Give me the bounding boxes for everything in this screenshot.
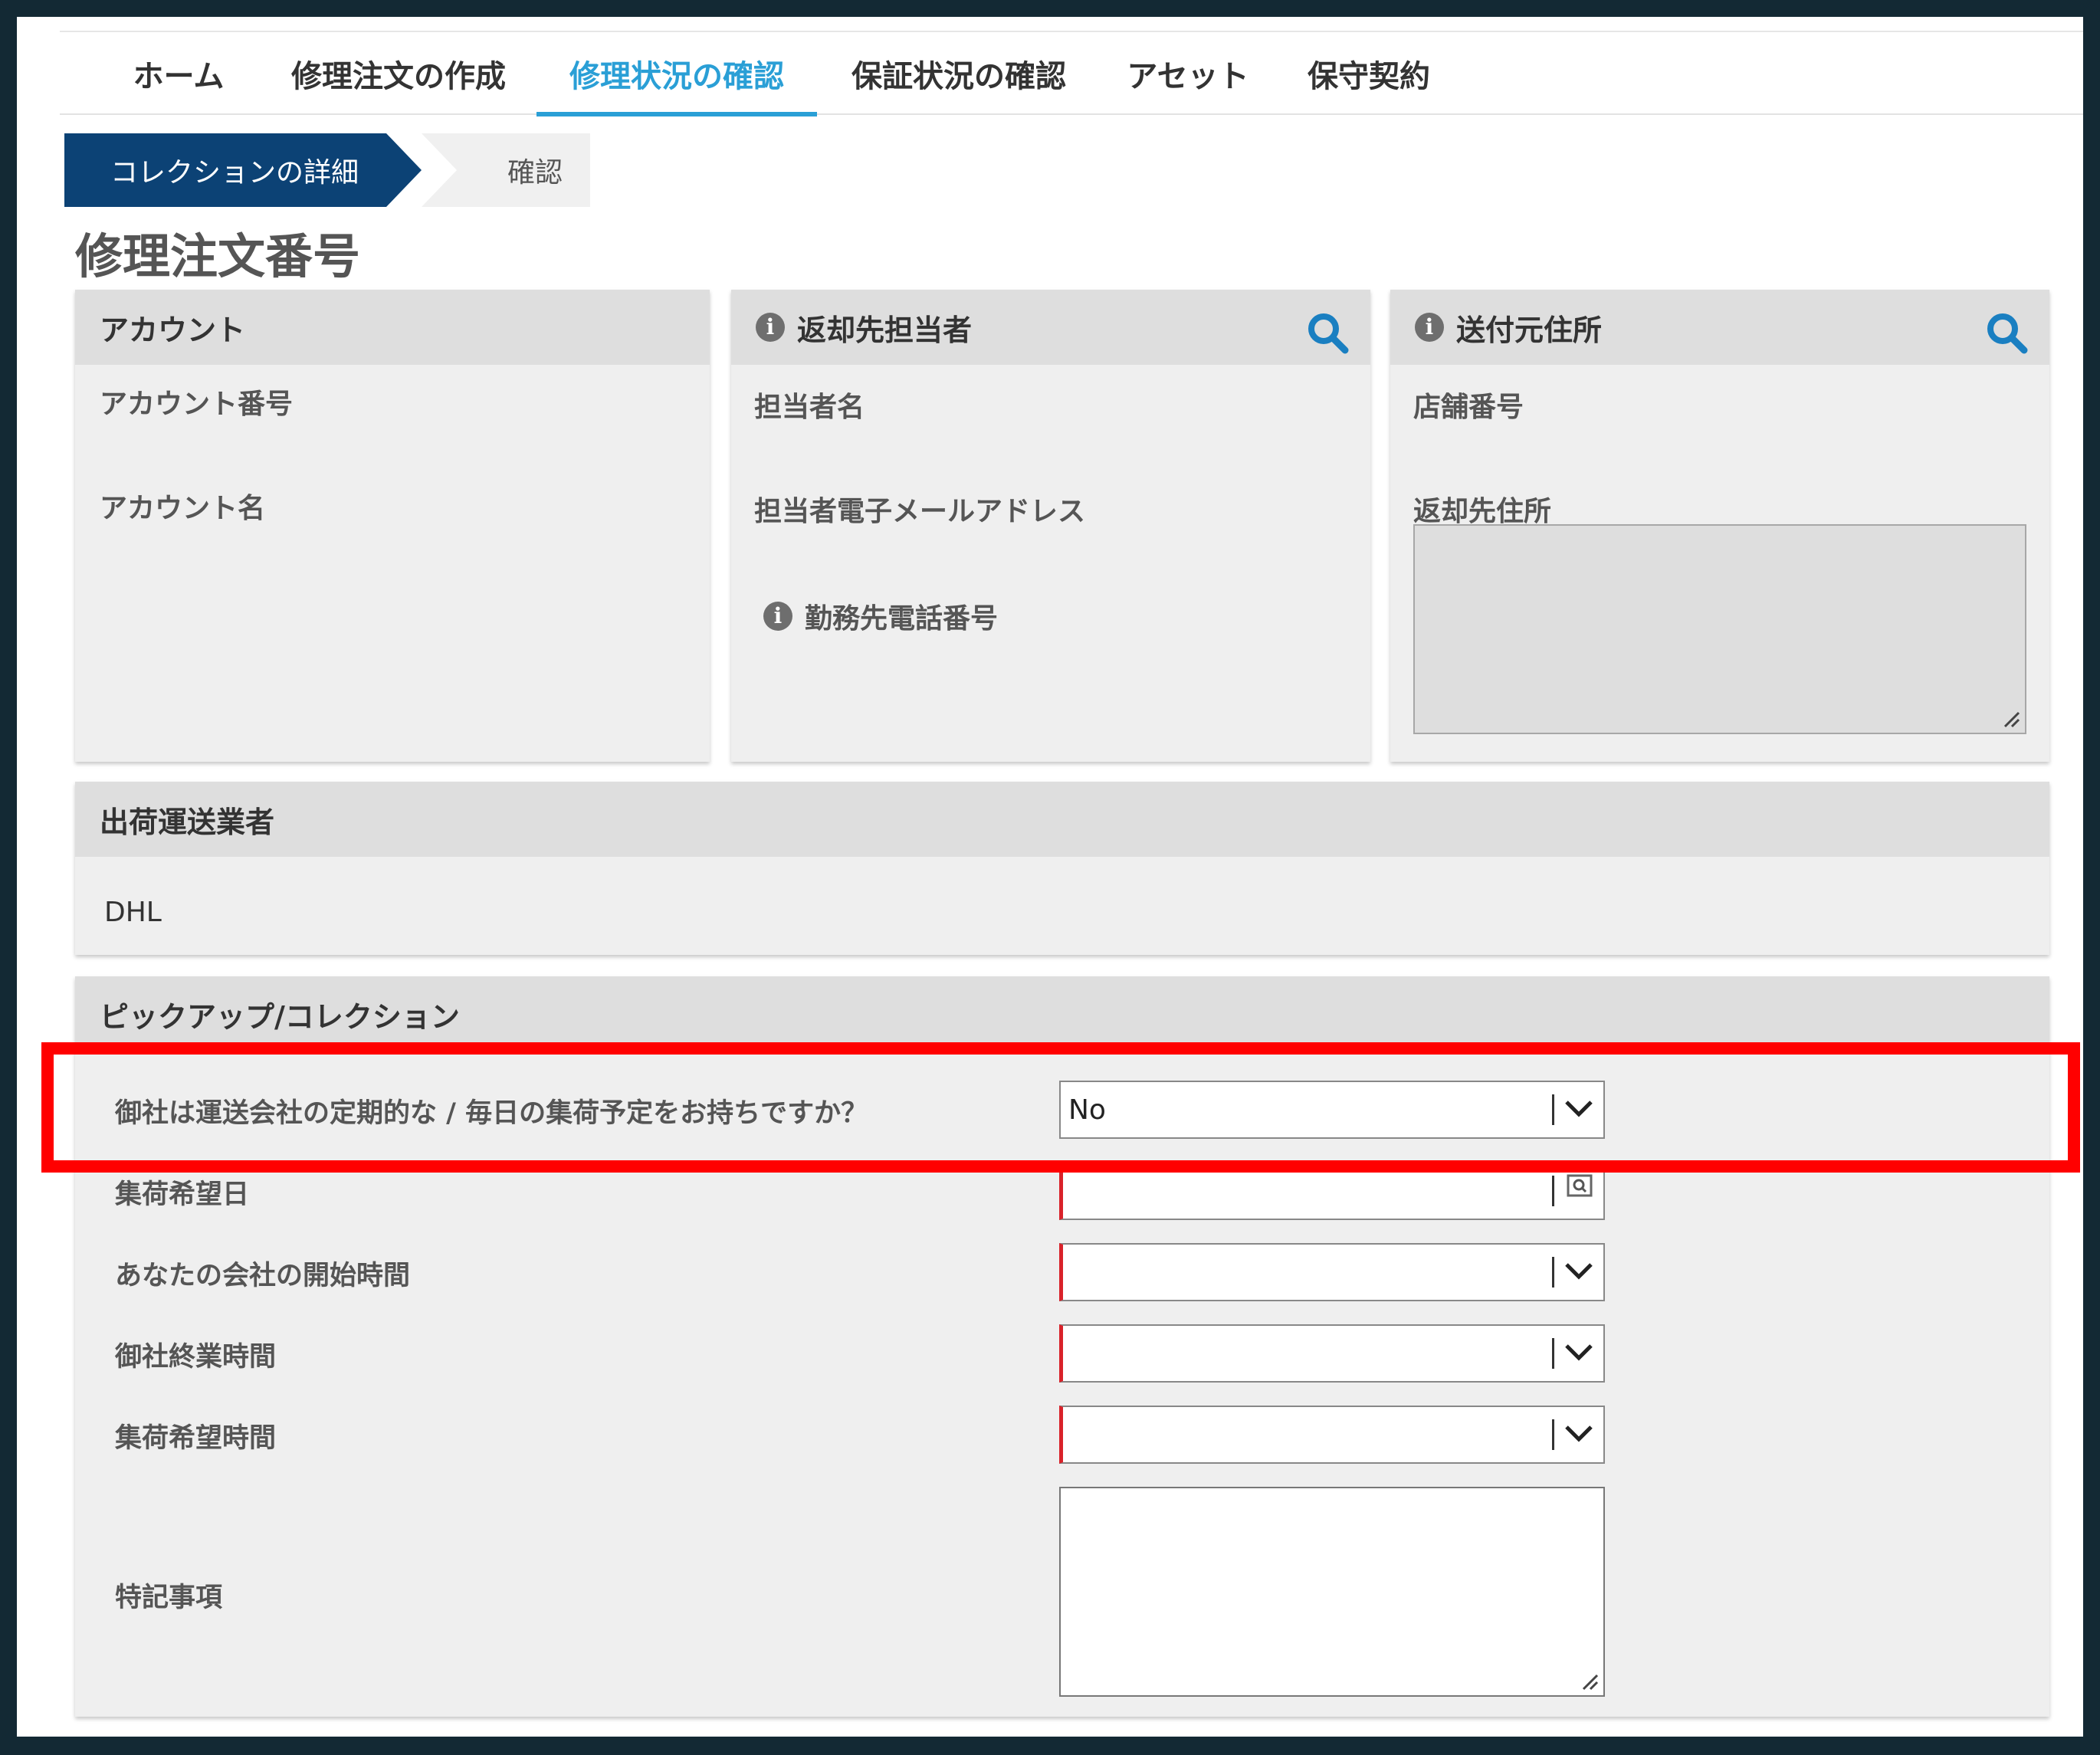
close-time-label: 御社終業時間 bbox=[115, 1342, 277, 1373]
select-separator bbox=[1552, 1338, 1554, 1369]
panel-header: 出荷運送業者 bbox=[75, 782, 2049, 857]
panel-header: i 送付元住所 bbox=[1390, 290, 2049, 365]
account-name-label: アカウント名 bbox=[100, 493, 266, 524]
step-confirm: 確認 bbox=[422, 133, 590, 207]
chevron-down-icon[interactable] bbox=[1562, 1335, 1596, 1370]
info-icon: i bbox=[1415, 313, 1444, 342]
app-frame: ホーム 修理注文の作成 修理状況の確認 保証状況の確認 アセット 保守契約 コレ… bbox=[17, 17, 2083, 1737]
return-address-textarea[interactable] bbox=[1413, 524, 2026, 734]
calendar-search-icon[interactable] bbox=[1567, 1174, 1593, 1197]
panel-title: 送付元住所 bbox=[1456, 313, 1603, 347]
contact-email-label: 担当者電子メールアドレス bbox=[754, 496, 1086, 527]
chevron-down-icon[interactable] bbox=[1562, 1416, 1596, 1452]
close-time-select[interactable] bbox=[1059, 1324, 1605, 1383]
select-separator bbox=[1552, 1419, 1554, 1450]
panel-title: 返却先担当者 bbox=[797, 313, 973, 347]
store-number-label: 店舗番号 bbox=[1413, 392, 1524, 423]
carrier-panel: 出荷運送業者 DHL bbox=[75, 782, 2049, 955]
select-separator bbox=[1552, 1094, 1554, 1125]
tab-maintenance-contract[interactable]: 保守契約 bbox=[1283, 32, 1455, 115]
select-value: No bbox=[1068, 1094, 1106, 1126]
step-collection-details: コレクションの詳細 bbox=[64, 133, 422, 207]
pickup-date-input[interactable] bbox=[1059, 1162, 1605, 1220]
work-phone-text: 勤務先電話番号 bbox=[805, 603, 999, 635]
work-phone-label: i 勤務先電話番号 bbox=[763, 596, 998, 636]
tab-home[interactable]: ホーム bbox=[106, 32, 251, 115]
info-icon: i bbox=[756, 313, 785, 342]
return-contact-panel: i 返却先担当者 担当者名 担当者電子メールアドレス i 勤務先電話番号 bbox=[731, 290, 1370, 762]
chevron-down-icon[interactable] bbox=[1562, 1091, 1596, 1127]
chevron-down-icon[interactable] bbox=[1562, 1254, 1596, 1289]
panel-header: アカウント bbox=[75, 290, 710, 365]
tab-warranty-status[interactable]: 保証状況の確認 bbox=[826, 32, 1091, 115]
contact-name-label: 担当者名 bbox=[754, 392, 865, 423]
scheduled-pickup-label: 御社は運送会社の定期的な / 毎日の集荷予定をお持ちですか？ bbox=[115, 1098, 868, 1129]
notes-label: 特記事項 bbox=[115, 1583, 223, 1613]
open-time-label: あなたの会社の開始時間 bbox=[115, 1261, 411, 1291]
step-label: 確認 bbox=[507, 157, 563, 189]
input-separator bbox=[1552, 1176, 1554, 1206]
tab-assets[interactable]: アセット bbox=[1102, 32, 1274, 115]
step-label: コレクションの詳細 bbox=[110, 157, 359, 189]
panel-title: アカウント bbox=[100, 313, 246, 347]
open-time-select[interactable] bbox=[1059, 1243, 1605, 1301]
panel-header: ピックアップ/コレクション bbox=[75, 976, 2049, 1051]
notes-textarea[interactable] bbox=[1059, 1487, 1605, 1697]
panel-title: ピックアップ/コレクション bbox=[100, 999, 460, 1034]
pickup-date-label: 集荷希望日 bbox=[115, 1179, 250, 1210]
search-icon[interactable] bbox=[1306, 311, 1349, 354]
account-number-label: アカウント番号 bbox=[100, 389, 294, 420]
resize-handle-icon[interactable] bbox=[2000, 708, 2020, 728]
scheduled-pickup-select[interactable]: No bbox=[1059, 1081, 1605, 1139]
carrier-value: DHL bbox=[104, 897, 162, 928]
return-address-label: 返却先住所 bbox=[1413, 496, 1552, 527]
page-title: 修理注文番号 bbox=[75, 228, 361, 284]
search-icon[interactable] bbox=[1985, 311, 2028, 354]
account-panel: アカウント アカウント番号 アカウント名 bbox=[75, 290, 710, 762]
pickup-panel: ピックアップ/コレクション 御社は運送会社の定期的な / 毎日の集荷予定をお持ち… bbox=[75, 976, 2049, 1717]
panel-header: i 返却先担当者 bbox=[731, 290, 1370, 365]
tab-create-repair-order[interactable]: 修理注文の作成 bbox=[271, 32, 526, 115]
ship-from-panel: i 送付元住所 店舗番号 返却先住所 bbox=[1390, 290, 2049, 762]
resize-handle-icon[interactable] bbox=[1579, 1671, 1599, 1691]
pickup-time-select[interactable] bbox=[1059, 1406, 1605, 1464]
select-separator bbox=[1552, 1257, 1554, 1288]
top-navigation: ホーム 修理注文の作成 修理状況の確認 保証状況の確認 アセット 保守契約 bbox=[60, 31, 2083, 116]
info-icon: i bbox=[763, 602, 792, 631]
tab-repair-status[interactable]: 修理状況の確認 bbox=[536, 32, 817, 116]
panel-title: 出荷運送業者 bbox=[100, 805, 275, 839]
pickup-time-label: 集荷希望時間 bbox=[115, 1423, 277, 1454]
